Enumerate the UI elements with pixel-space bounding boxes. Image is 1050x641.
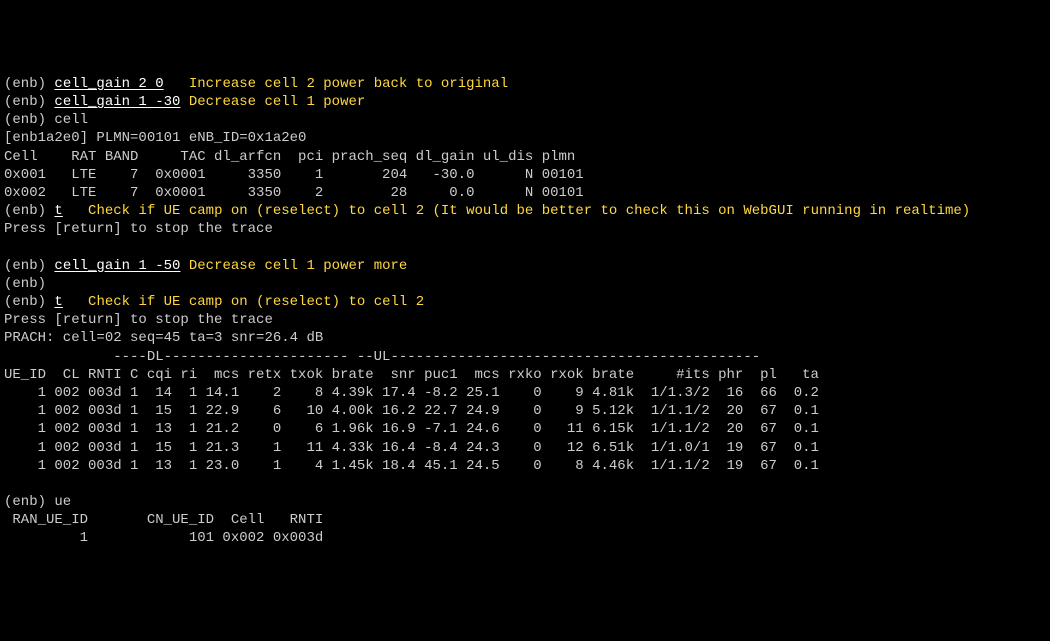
terminal-line: 1 002 003d 1 13 1 23.0 1 4 1.45k 18.4 45… (4, 457, 1046, 475)
terminal-output: (enb) cell_gain 2 0 Increase cell 2 powe… (4, 75, 1046, 548)
terminal-line: (enb) cell_gain 1 -30 Decrease cell 1 po… (4, 93, 1046, 111)
annotation: Decrease cell 1 power more (189, 258, 407, 274)
annotation: Increase cell 2 power back to original (189, 76, 508, 92)
terminal-line (4, 238, 1046, 256)
command-text: cell_gain 1 -50 (54, 258, 180, 274)
terminal-line: PRACH: cell=02 seq=45 ta=3 snr=26.4 dB (4, 329, 1046, 347)
terminal-line: 1 002 003d 1 14 1 14.1 2 8 4.39k 17.4 -8… (4, 384, 1046, 402)
prompt: (enb) (4, 294, 54, 310)
terminal-line: UE_ID CL RNTI C cqi ri mcs retx txok bra… (4, 366, 1046, 384)
terminal-line: (enb) ue (4, 493, 1046, 511)
prompt: (enb) (4, 258, 54, 274)
terminal-line: 1 002 003d 1 15 1 22.9 6 10 4.00k 16.2 2… (4, 402, 1046, 420)
terminal-line: 0x001 LTE 7 0x0001 3350 1 204 -30.0 N 00… (4, 166, 1046, 184)
terminal-line: RAN_UE_ID CN_UE_ID Cell RNTI (4, 511, 1046, 529)
prompt: (enb) (4, 76, 54, 92)
terminal-line: Press [return] to stop the trace (4, 311, 1046, 329)
terminal-line: (enb) (4, 275, 1046, 293)
command-text: t (54, 294, 62, 310)
annotation: Decrease cell 1 power (189, 94, 365, 110)
terminal-line: (enb) t Check if UE camp on (reselect) t… (4, 202, 1046, 220)
terminal-line: Cell RAT BAND TAC dl_arfcn pci prach_seq… (4, 148, 1046, 166)
terminal-line: 0x002 LTE 7 0x0001 3350 2 28 0.0 N 00101 (4, 184, 1046, 202)
terminal-line: 1 002 003d 1 15 1 21.3 1 11 4.33k 16.4 -… (4, 439, 1046, 457)
terminal-line: ----DL---------------------- --UL-------… (4, 348, 1046, 366)
terminal-line: Press [return] to stop the trace (4, 220, 1046, 238)
terminal-line: [enb1a2e0] PLMN=00101 eNB_ID=0x1a2e0 (4, 129, 1046, 147)
terminal-line: (enb) t Check if UE camp on (reselect) t… (4, 293, 1046, 311)
terminal-line: 1 101 0x002 0x003d (4, 529, 1046, 547)
prompt: (enb) (4, 203, 54, 219)
annotation: Check if UE camp on (reselect) to cell 2… (88, 203, 970, 219)
command-text: t (54, 203, 62, 219)
command-text: cell_gain 2 0 (54, 76, 163, 92)
prompt: (enb) (4, 94, 54, 110)
terminal-line (4, 475, 1046, 493)
terminal-line: (enb) cell_gain 2 0 Increase cell 2 powe… (4, 75, 1046, 93)
command-text: cell_gain 1 -30 (54, 94, 180, 110)
terminal-line: (enb) cell_gain 1 -50 Decrease cell 1 po… (4, 257, 1046, 275)
annotation: Check if UE camp on (reselect) to cell 2 (88, 294, 424, 310)
terminal-line: (enb) cell (4, 111, 1046, 129)
terminal-line: 1 002 003d 1 13 1 21.2 0 6 1.96k 16.9 -7… (4, 420, 1046, 438)
